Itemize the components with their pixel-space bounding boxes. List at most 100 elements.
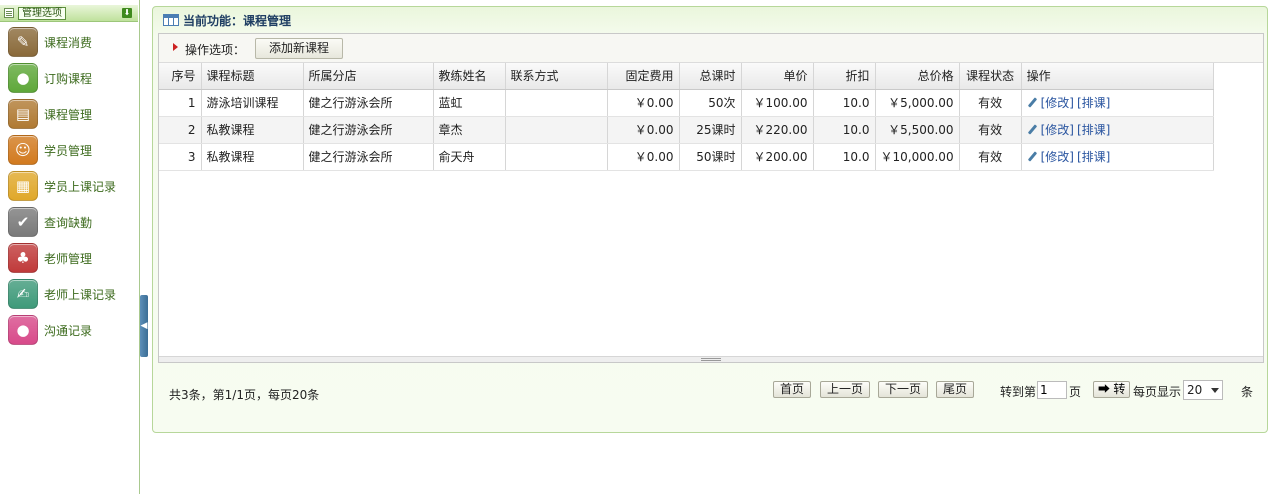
pencil-icon	[1027, 125, 1037, 135]
pencil-icon	[1027, 152, 1037, 162]
sidebar-item-2[interactable]: ● 订购课程	[8, 62, 136, 94]
operations-bar: 操作选项： 添加新课程	[159, 34, 1263, 63]
course-table: 序号 课程标题 所属分店 教练姓名 联系方式 固定费用 总课时 单价 折扣 总价格 课程状态 操作 1…	[159, 63, 1214, 171]
main-panel: 当前功能：课程管理 操作选项： 添加新课程 序号 课程标题 所属分店 教练姓名 联系方式…	[152, 6, 1268, 433]
cell-no: 3	[159, 143, 202, 171]
last-page-button[interactable]: 尾页	[936, 381, 975, 398]
prev-page-button[interactable]: 上一页	[820, 381, 871, 398]
cell-total-price: ￥5,500.00	[875, 116, 960, 144]
sidebar-item-6[interactable]: ✔ 查询缺勤	[8, 206, 136, 238]
table-row[interactable]: 2 私教课程 健之行游泳会所 章杰 ￥0.00 25课时 ￥220.00 10.0 ￥5,500…	[159, 116, 1214, 144]
cell-total-lessons: 50课时	[679, 143, 742, 171]
sidebar-item-label: 订购课程	[44, 71, 93, 86]
cell-title: 游泳培训课程	[201, 89, 304, 117]
goto-page-input[interactable]	[1037, 381, 1067, 399]
sidebar-header: 管理选项 ⬇	[0, 5, 138, 22]
cell-branch: 健之行游泳会所	[303, 116, 434, 144]
ticket-icon: ✎	[8, 27, 38, 57]
cell-unit-price: ￥100.00	[741, 89, 814, 117]
sidebar-item-9[interactable]: ● 沟通记录	[8, 314, 136, 346]
notebook-icon: ▤	[8, 99, 38, 129]
sidebar-item-3[interactable]: ▤ 课程管理	[8, 98, 136, 130]
ball-icon: ●	[8, 63, 38, 93]
cell-total-price: ￥5,000.00	[875, 89, 960, 117]
column-header[interactable]: 联系方式	[505, 63, 608, 90]
cell-actions: [修改] [排课]	[1021, 143, 1214, 171]
sidebar-item-7[interactable]: ♣ 老师管理	[8, 242, 136, 274]
column-header[interactable]: 操作	[1021, 63, 1214, 90]
cell-fixed-fee: ￥0.00	[607, 143, 680, 171]
go-button[interactable]: ➡ 转	[1093, 381, 1131, 398]
chevron-down-icon	[1211, 388, 1219, 393]
pen-record-icon: ✍	[8, 279, 38, 309]
column-header[interactable]: 教练姓名	[433, 63, 506, 90]
cell-status: 有效	[959, 89, 1022, 117]
column-header[interactable]: 课程状态	[959, 63, 1022, 90]
sidebar-title: 管理选项	[18, 7, 66, 20]
cell-branch: 健之行游泳会所	[303, 143, 434, 171]
cell-status: 有效	[959, 116, 1022, 144]
column-header[interactable]: 总价格	[875, 63, 960, 90]
next-page-button[interactable]: 下一页	[878, 381, 929, 398]
cell-coach: 蓝虹	[433, 89, 506, 117]
column-header[interactable]: 序号	[159, 63, 202, 90]
per-page-select[interactable]: 20	[1183, 380, 1223, 400]
sidebar-item-label: 课程消费	[44, 35, 93, 50]
table-icon	[163, 14, 179, 26]
column-header[interactable]: 课程标题	[201, 63, 304, 90]
column-header[interactable]: 总课时	[679, 63, 742, 90]
cell-total-lessons: 50次	[679, 89, 742, 117]
cell-actions: [修改] [排课]	[1021, 116, 1214, 144]
cell-contact	[505, 143, 608, 171]
cell-unit-price: ￥220.00	[741, 116, 814, 144]
cell-discount: 10.0	[813, 89, 876, 117]
sidebar-item-4[interactable]: ☺ 学员管理	[8, 134, 136, 166]
cell-unit-price: ￥200.00	[741, 143, 814, 171]
course-grid-container: 操作选项： 添加新课程 序号 课程标题 所属分店 教练姓名 联系方式 固定费用 总课时 单价折…	[158, 33, 1264, 363]
sidebar-item-8[interactable]: ✍ 老师上课记录	[8, 278, 136, 310]
edit-link[interactable]: [修改]	[1041, 150, 1074, 164]
first-page-button[interactable]: 首页	[773, 381, 812, 398]
collapse-down-icon[interactable]: ⬇	[122, 8, 132, 18]
column-header[interactable]: 所属分店	[303, 63, 434, 90]
resize-grip[interactable]	[159, 356, 1263, 362]
column-header[interactable]: 固定费用	[607, 63, 680, 90]
cell-fixed-fee: ￥0.00	[607, 116, 680, 144]
sidebar-item-5[interactable]: ▦ 学员上课记录	[8, 170, 136, 202]
cell-status: 有效	[959, 143, 1022, 171]
pager-summary: 共3条，第1/1页，每页20条	[169, 388, 320, 402]
users-icon: ☺	[8, 135, 38, 165]
table-row[interactable]: 1 游泳培训课程 健之行游泳会所 蓝虹 ￥0.00 50次 ￥100.00 10.0 ￥5,00…	[159, 89, 1214, 117]
cell-title: 私教课程	[201, 116, 304, 144]
table-header-row: 序号 课程标题 所属分店 教练姓名 联系方式 固定费用 总课时 单价 折扣 总价格 课程状态 操作	[159, 63, 1214, 90]
records-icon: ▦	[8, 171, 38, 201]
per-page-suffix: 条	[1241, 385, 1254, 399]
sidebar-item-label: 课程管理	[44, 107, 93, 122]
sidebar-item-label: 查询缺勤	[44, 215, 93, 230]
cell-total-price: ￥10,000.00	[875, 143, 960, 171]
sidebar-item-label: 学员管理	[44, 143, 93, 158]
cell-fixed-fee: ￥0.00	[607, 89, 680, 117]
panel-header: 当前功能：课程管理	[163, 11, 291, 29]
schedule-link[interactable]: [排课]	[1077, 96, 1110, 110]
sidebar-item-label: 老师管理	[44, 251, 93, 266]
arrow-right-icon	[173, 43, 178, 51]
list-icon	[4, 8, 14, 18]
add-course-button[interactable]: 添加新课程	[255, 38, 343, 59]
sidebar: 管理选项 ⬇ ✎ 课程消费 ● 订购课程 ▤ 课程管理 ☺ 学员管理 ▦ 学员上课记录 ✔ 查询缺勤 ♣…	[0, 0, 140, 494]
sidebar-item-label: 沟通记录	[44, 323, 93, 338]
table-row[interactable]: 3 私教课程 健之行游泳会所 俞天舟 ￥0.00 50课时 ￥200.00 10.0 ￥10,0…	[159, 143, 1214, 171]
schedule-link[interactable]: [排课]	[1077, 123, 1110, 137]
sidebar-toggle-handle[interactable]: ◀	[140, 295, 148, 357]
edit-link[interactable]: [修改]	[1041, 123, 1074, 137]
cell-coach: 俞天舟	[433, 143, 506, 171]
sidebar-item-label: 学员上课记录	[44, 179, 117, 194]
column-header[interactable]: 单价	[741, 63, 814, 90]
page-title: 当前功能：课程管理	[183, 13, 292, 28]
schedule-link[interactable]: [排课]	[1077, 150, 1110, 164]
sidebar-item-1[interactable]: ✎ 课程消费	[8, 26, 136, 58]
cell-actions: [修改] [排课]	[1021, 89, 1214, 117]
edit-link[interactable]: [修改]	[1041, 96, 1074, 110]
column-header[interactable]: 折扣	[813, 63, 876, 90]
cell-no: 2	[159, 116, 202, 144]
